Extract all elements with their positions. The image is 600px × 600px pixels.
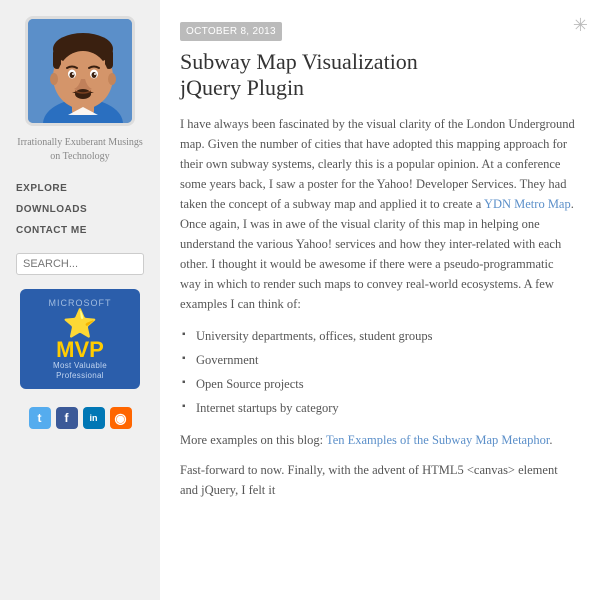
post-body: I have always been fascinated by the vis…: [180, 114, 576, 500]
twitter-icon[interactable]: t: [29, 407, 51, 429]
corner-asterisk: ✳: [573, 12, 588, 39]
list-item-3: Open Source projects: [180, 372, 576, 396]
avatar: [25, 16, 135, 126]
sidebar: Irrationally Exuberant Musings on Techno…: [0, 0, 160, 600]
list-item-1: University departments, offices, student…: [180, 324, 576, 348]
avatar-image: [28, 19, 132, 123]
list-item-4: Internet startups by category: [180, 396, 576, 420]
ydn-link[interactable]: YDN Metro Map: [484, 197, 571, 211]
nav-contact[interactable]: CONTACT ME: [16, 220, 144, 241]
list-item-2: Government: [180, 348, 576, 372]
search-box: [16, 253, 144, 275]
post-paragraph-3: Fast-forward to now. Finally, with the a…: [180, 460, 576, 500]
nav-explore[interactable]: EXPLORE: [16, 178, 144, 199]
facebook-icon[interactable]: f: [56, 407, 78, 429]
search-input[interactable]: [16, 253, 144, 275]
rss-icon[interactable]: ◉: [110, 407, 132, 429]
subway-examples-link[interactable]: Ten Examples of the Subway Map Metaphor: [326, 433, 549, 447]
sidebar-tagline: Irrationally Exuberant Musings on Techno…: [16, 136, 144, 164]
sidebar-nav: EXPLORE DOWNLOADS CONTACT ME: [16, 178, 144, 241]
post-title: Subway Map Visualization jQuery Plugin: [180, 49, 576, 102]
main-content: OCTOBER 8, 2013 Subway Map Visualization…: [160, 0, 600, 600]
mvp-subtitle: Most ValuableProfessional: [53, 361, 107, 382]
mvp-badge: Microsoft ⭐ MVP Most ValuableProfessiona…: [20, 289, 140, 389]
post-paragraph-1: I have always been fascinated by the vis…: [180, 114, 576, 314]
post-paragraph-2: More examples on this blog: Ten Examples…: [180, 430, 576, 450]
examples-list: University departments, offices, student…: [180, 324, 576, 420]
social-icons: t f in ◉: [29, 407, 132, 429]
nav-downloads[interactable]: DOWNLOADS: [16, 199, 144, 220]
mvp-main-text: MVP: [56, 339, 104, 361]
linkedin-icon[interactable]: in: [83, 407, 105, 429]
post-date: OCTOBER 8, 2013: [180, 22, 282, 41]
